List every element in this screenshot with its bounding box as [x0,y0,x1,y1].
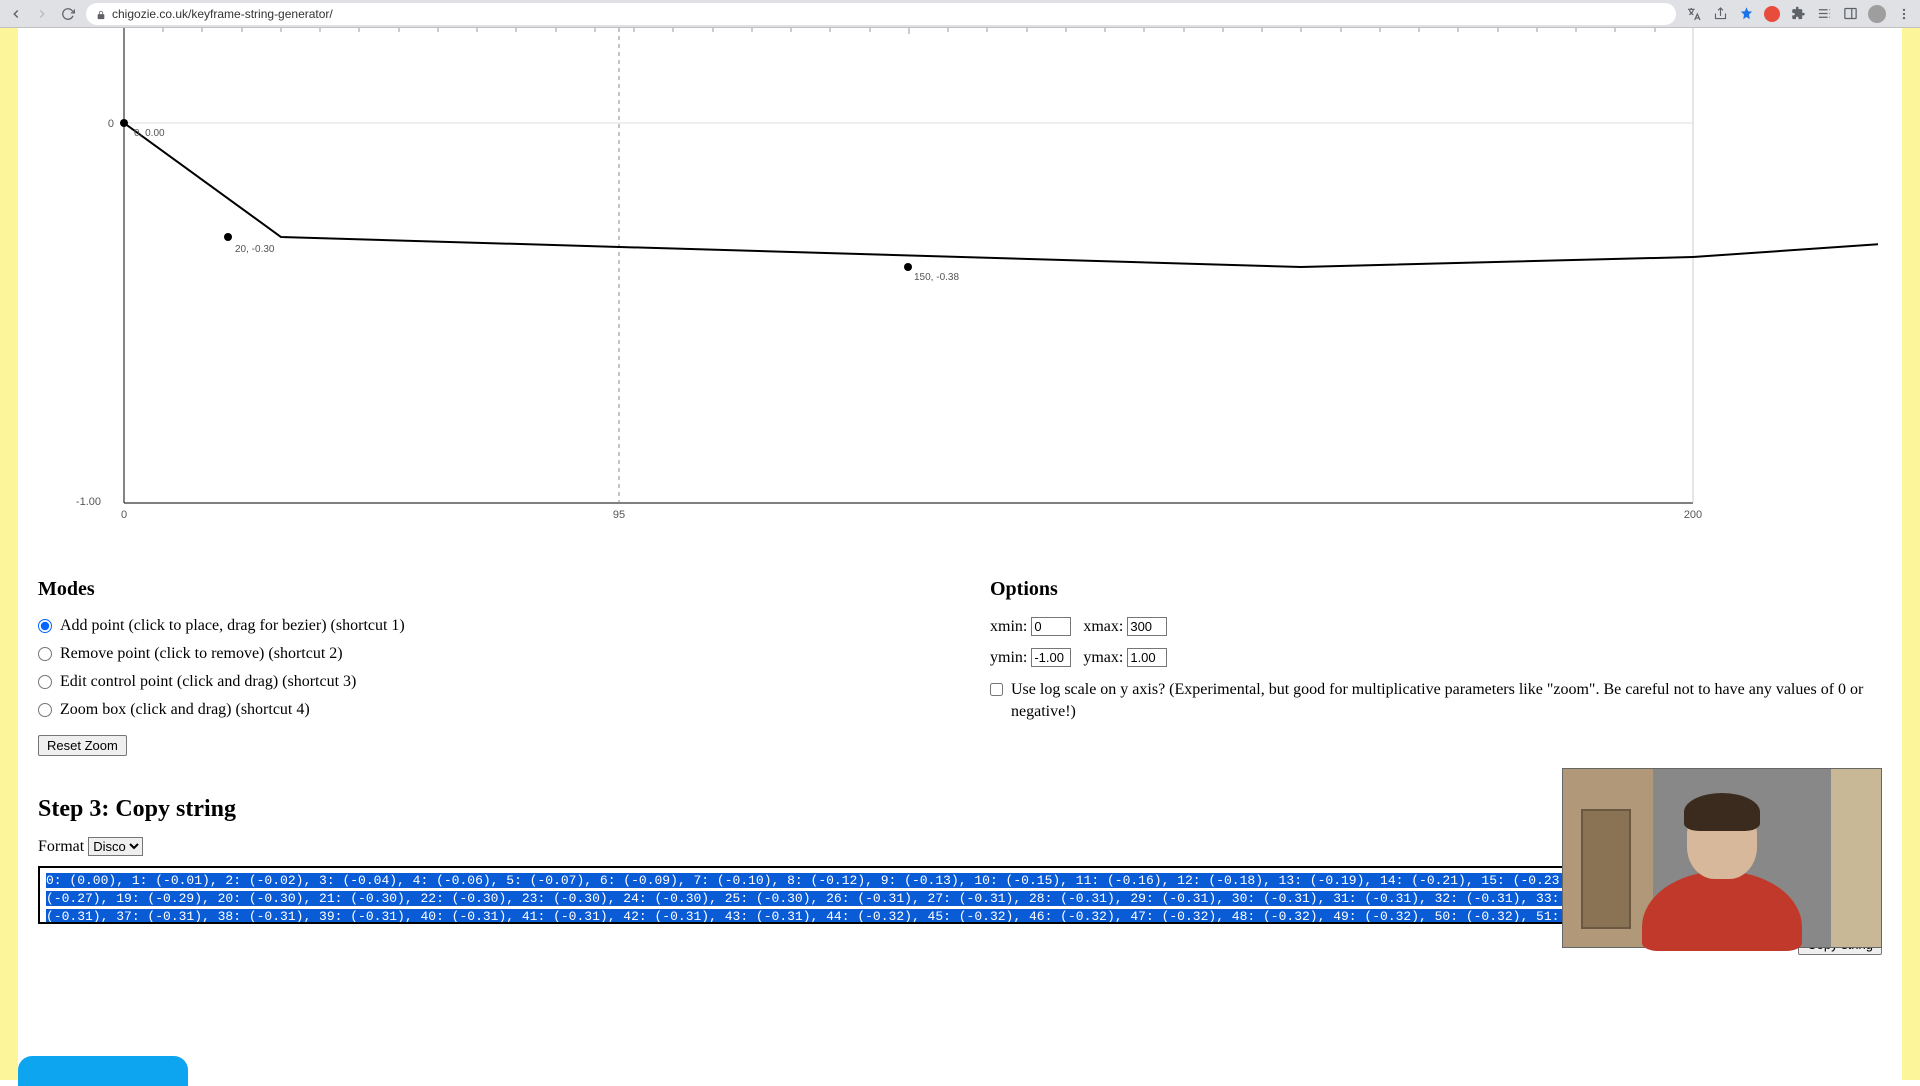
x-cursor-label: 95 [613,509,625,518]
keyframe-chart[interactable]: 0 0, 0.00 20, -0.30 150, -0.38 -1.00 0 9… [38,28,1882,518]
xmin-input[interactable] [1031,617,1071,636]
modes-panel: Modes Add point (click to place, drag fo… [38,578,930,756]
mode-remove-label: Remove point (click to remove) (shortcut… [60,645,343,663]
options-heading: Options [990,578,1882,601]
webcam-bg-right [1831,769,1881,947]
log-scale-label: Use log scale on y axis? (Experimental, … [1011,679,1882,724]
menu-dots-icon[interactable] [1896,6,1912,22]
xmax-input[interactable] [1127,617,1167,636]
mode-zoom-radio[interactable] [38,703,52,717]
point-label-1: 20, -0.30 [235,244,275,255]
extension-red-icon[interactable] [1764,6,1780,22]
bookmark-star-icon[interactable] [1738,6,1754,22]
browser-toolbar: chigozie.co.uk/keyframe-string-generator… [0,0,1920,28]
translate-icon[interactable] [1686,6,1702,22]
ymax-input[interactable] [1127,648,1167,667]
mode-add-point[interactable]: Add point (click to place, drag for bezi… [38,617,930,635]
url-text: chigozie.co.uk/keyframe-string-generator… [112,7,333,21]
support-widget[interactable] [18,1056,188,1086]
extension-area [1686,5,1912,23]
ymin-input[interactable] [1031,648,1071,667]
webcam-person [1652,793,1792,943]
log-scale-row[interactable]: Use log scale on y axis? (Experimental, … [990,679,1882,724]
log-scale-checkbox[interactable] [990,683,1003,696]
format-label: Format [38,838,84,855]
page-border-right [1902,28,1920,1080]
mode-add-radio[interactable] [38,619,52,633]
ymax-label: ymax: [1083,649,1123,667]
mode-edit-radio[interactable] [38,675,52,689]
reading-list-icon[interactable] [1816,6,1832,22]
ymin-label: ymin: [990,649,1027,667]
share-icon[interactable] [1712,6,1728,22]
xmin-label: xmin: [990,618,1027,636]
mode-add-label: Add point (click to place, drag for bezi… [60,617,405,635]
x-max-label: 200 [1684,509,1702,518]
profile-avatar[interactable] [1868,5,1886,23]
xmax-label: xmax: [1083,618,1123,636]
mode-zoom-label: Zoom box (click and drag) (shortcut 4) [60,701,310,719]
point-label-0: 0, 0.00 [134,128,165,139]
chart-svg[interactable]: 0 0, 0.00 20, -0.30 150, -0.38 -1.00 0 9… [38,28,1878,518]
mode-remove-point[interactable]: Remove point (click to remove) (shortcut… [38,645,930,663]
mode-edit-control[interactable]: Edit control point (click and drag) (sho… [38,673,930,691]
format-select[interactable]: Disco [88,837,143,856]
webcam-overlay [1562,768,1882,948]
y-zero-tick: 0 [108,118,114,130]
webcam-bg-left [1563,769,1653,947]
page-border-left [0,28,18,1080]
extensions-puzzle-icon[interactable] [1790,6,1806,22]
y-min-label: -1.00 [76,496,101,508]
mode-edit-label: Edit control point (click and drag) (sho… [60,673,356,691]
mode-zoom-box[interactable]: Zoom box (click and drag) (shortcut 4) [38,701,930,719]
modes-heading: Modes [38,578,930,601]
webcam-door [1581,809,1631,929]
reset-zoom-button[interactable]: Reset Zoom [38,735,127,756]
mode-remove-radio[interactable] [38,647,52,661]
address-bar[interactable]: chigozie.co.uk/keyframe-string-generator… [86,3,1676,25]
point-label-2: 150, -0.38 [914,272,959,283]
back-button[interactable] [8,6,24,22]
lock-icon [96,9,106,19]
options-panel: Options xmin: xmax: ymin: ymax: [990,578,1882,756]
x-min-label: 0 [121,509,127,518]
panel-icon[interactable] [1842,6,1858,22]
forward-button[interactable] [34,6,50,22]
reload-button[interactable] [60,6,76,22]
